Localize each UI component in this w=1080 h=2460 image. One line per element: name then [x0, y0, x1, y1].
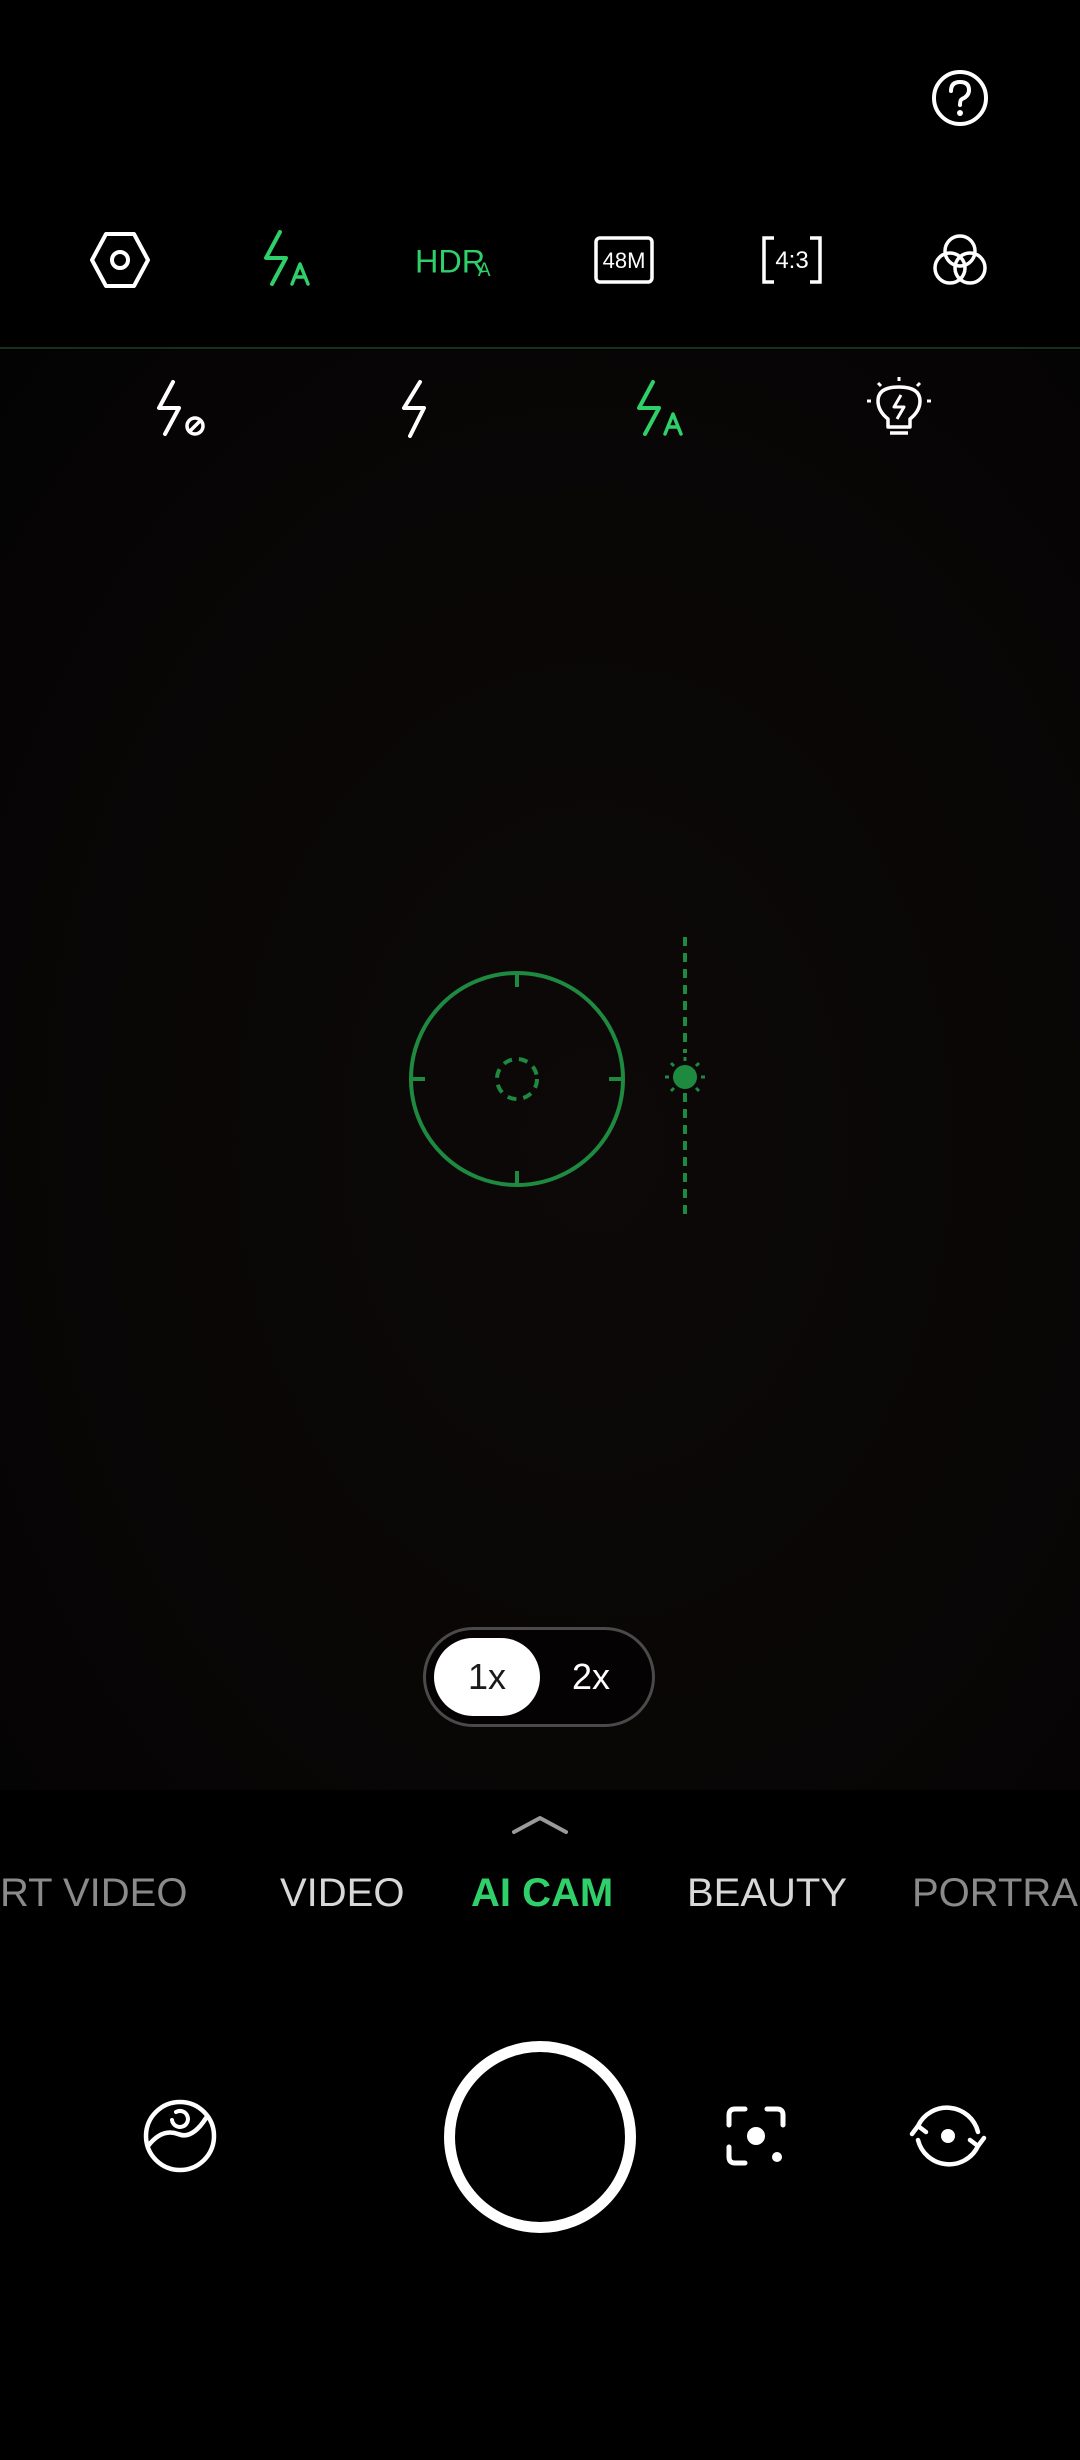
top-toolbar: HDR A 48M 4:3: [0, 220, 1080, 300]
hdr-button[interactable]: HDR A: [415, 220, 495, 300]
filters-button[interactable]: [920, 220, 1000, 300]
zoom-1x-button[interactable]: 1x: [434, 1638, 540, 1716]
mode-video[interactable]: VIDEO: [280, 1858, 404, 1928]
hdr-auto-icon: HDR A: [415, 243, 491, 281]
focus-ring-icon: [409, 971, 625, 1187]
switch-camera-button[interactable]: [908, 2096, 988, 2176]
flash-on-option[interactable]: [374, 370, 454, 450]
flash-auto-button[interactable]: [248, 220, 328, 300]
settings-hexagon-icon: [90, 232, 150, 288]
question-circle-icon: [932, 70, 988, 126]
svg-text:HDR: HDR: [415, 243, 485, 279]
google-lens-button[interactable]: [716, 2096, 796, 2176]
mode-portrait-video[interactable]: RT VIDEO: [0, 1858, 187, 1928]
expand-modes-handle[interactable]: [508, 1808, 572, 1838]
settings-button[interactable]: [80, 220, 160, 300]
exposure-sun-icon: [665, 937, 705, 1218]
flash-off-option[interactable]: [141, 370, 221, 450]
toolbar-divider: [0, 347, 1080, 349]
switch-camera-icon: [909, 2105, 987, 2167]
gallery-thumbnail-icon: [143, 2099, 217, 2173]
zoom-selector: 1x 2x: [423, 1627, 655, 1727]
mode-selector: RT VIDEO VIDEO AI CAM BEAUTY PORTRA: [0, 1858, 1080, 1928]
svg-text:48M: 48M: [603, 248, 646, 273]
shutter-button[interactable]: [444, 2041, 636, 2233]
camera-screen: HDR A 48M 4:3 1x 2x RT VIDEO VIDEO AI CA…: [0, 0, 1080, 2460]
torch-option[interactable]: [859, 370, 939, 450]
flash-auto-option[interactable]: [621, 370, 701, 450]
mode-portrait[interactable]: PORTRA: [912, 1858, 1078, 1928]
mode-ai-cam[interactable]: AI CAM: [471, 1858, 613, 1928]
flash-on-icon: [402, 380, 426, 438]
svg-text:4:3: 4:3: [775, 247, 808, 274]
torch-bulb-icon: [867, 377, 931, 435]
resolution-48m-icon: 48M: [594, 236, 654, 284]
aspect-ratio-icon: 4:3: [762, 236, 822, 284]
filters-icon: [933, 234, 987, 285]
google-lens-icon: [726, 2106, 786, 2166]
flash-options-menu: [0, 370, 1080, 450]
focus-indicator: [405, 967, 629, 1191]
chevron-up-icon: [512, 1816, 568, 1834]
aspect-ratio-button[interactable]: 4:3: [752, 220, 832, 300]
resolution-button[interactable]: 48M: [584, 220, 664, 300]
help-button[interactable]: [929, 67, 991, 129]
exposure-slider[interactable]: [655, 935, 715, 1220]
flash-auto-icon: [264, 230, 310, 286]
flash-off-icon: [157, 380, 205, 436]
zoom-2x-button[interactable]: 2x: [538, 1638, 644, 1716]
flash-auto-icon: [637, 380, 683, 436]
mode-beauty[interactable]: BEAUTY: [687, 1858, 847, 1928]
svg-text:A: A: [478, 260, 491, 281]
gallery-button[interactable]: [140, 2096, 220, 2176]
